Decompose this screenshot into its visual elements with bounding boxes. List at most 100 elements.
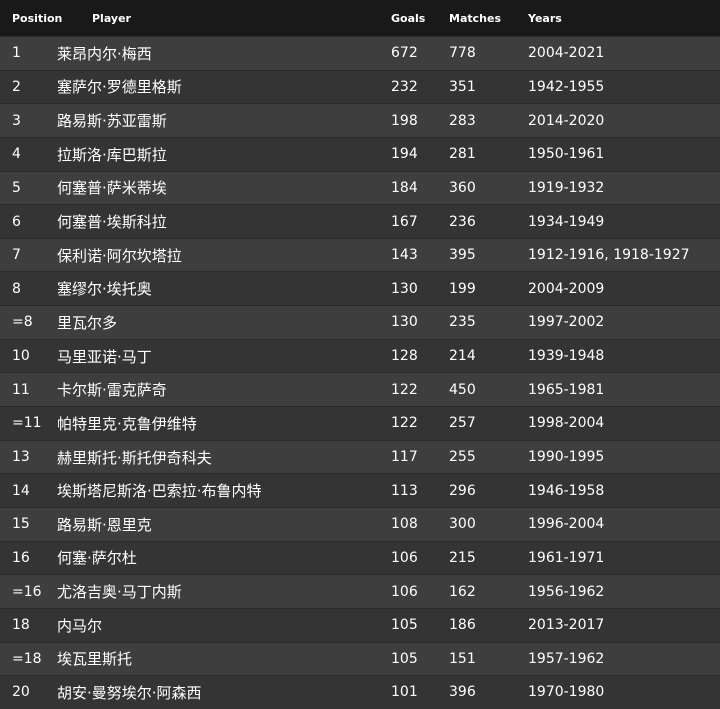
cell-goals: 232 [391,69,449,104]
cell-goals: 106 [391,574,449,609]
table-body: 1 莱昂内尔·梅西 672 778 2004-2021 2 塞萨尔·罗德里格斯 232 3 5 1 1… [0,36,720,709]
table-row: 1 莱昂内尔·梅西 672 778 2004-2021 [0,36,720,71]
cell-years: 1998-2004 [528,406,720,441]
cell-matches: 296 [449,473,528,508]
cell-matches: 186 [449,607,528,643]
cell-goals: 672 [391,36,449,71]
cell-years: 1934-1949 [528,204,720,239]
cell-goals: 105 [391,607,449,643]
column-header-player[interactable]: Player [57,0,391,37]
table-row: 13 赫里斯托·斯托伊奇科夫 117 255 1990-1995 [0,439,720,474]
cell-position: 5 [0,170,57,205]
cell-position: 11 [0,372,57,407]
cell-matches: 396 [449,675,528,709]
table-row: 16 何塞·萨尔杜 106 215 1961-1971 [0,540,720,575]
cell-goals: 108 [391,506,449,542]
cell-position: 8 [0,271,57,306]
cell-player: 何塞·萨尔杜 [57,540,391,575]
cell-position: =11 [0,406,57,441]
cell-position: 14 [0,473,57,508]
cell-player: 保利诺·阿尔坎塔拉 [57,237,391,272]
cell-goals: 105 [391,641,449,676]
cell-matches: 235 [449,305,528,340]
cell-years: 1919-1932 [528,170,720,205]
cell-matches: 450 [449,372,528,407]
cell-position: =8 [0,305,57,340]
cell-years: 1996-2004 [528,506,720,542]
cell-position: 15 [0,506,57,542]
cell-goals: 122 [391,406,449,441]
cell-years: 1942-1955 [528,69,720,104]
cell-player: 内马尔 [57,607,391,643]
cell-goals: 184 [391,170,449,205]
column-header-matches[interactable]: Matches [449,0,528,37]
column-header-years[interactable]: Years [528,0,720,37]
cell-matches: 236 [449,204,528,239]
cell-years: 2004-2009 [528,271,720,306]
cell-position: 20 [0,675,57,709]
cell-player: 埃瓦里斯托 [57,641,391,676]
table-row: =16 尤洛吉奥·马丁内斯 106 162 1956-1962 [0,574,720,609]
cell-matches: 162 [449,574,528,609]
cell-matches: 395 [449,237,528,272]
table-row: 18 内马尔 105 186 2013-2017 [0,607,720,643]
cell-years: 2004-2021 [528,36,720,71]
cell-player: 埃斯塔尼斯洛·巴索拉·布鲁内特 [57,473,391,508]
cell-matches: 215 [449,540,528,575]
cell-goals: 167 [391,204,449,239]
cell-position: 18 [0,607,57,643]
cell-years: 1950-1961 [528,136,720,172]
cell-position: 7 [0,237,57,272]
cell-years: 1939-1948 [528,338,720,373]
cell-goals: 128 [391,338,449,373]
cell-goals: 106 [391,540,449,575]
cell-years: 1965-1981 [528,372,720,407]
cell-player: 卡尔斯·雷克萨奇 [57,372,391,407]
cell-player: 塞萨尔·罗德里格斯 [57,69,391,104]
cell-goals: 122 [391,372,449,407]
table-row: 15 路易斯·恩里克 108 300 1996-2004 [0,506,720,542]
cell-years: 1912-1916, 1918-1927 [528,237,720,272]
table-header: Position Player Goals Matches Years [0,0,720,37]
cell-matches: 151 [449,641,528,676]
table-row: 4 拉斯洛·库巴斯拉 194 281 1950-1961 [0,136,720,172]
cell-goals: 130 [391,305,449,340]
cell-position: 10 [0,338,57,373]
cell-player: 胡安·曼努埃尔·阿森西 [57,675,391,709]
cell-goals: 198 [391,103,449,138]
table-row: 8 塞缪尔·埃托奥 130 199 2004-2009 [0,271,720,306]
column-header-position[interactable]: Position [0,0,62,37]
table-row: 3 路易斯·苏亚雷斯 198 283 2014-2020 [0,103,720,138]
cell-player: 何塞普·埃斯科拉 [57,204,391,239]
cell-years: 1997-2002 [528,305,720,340]
cell-player: 尤洛吉奥·马丁内斯 [57,574,391,609]
table-row: 11 卡尔斯·雷克萨奇 122 450 1965-1981 [0,372,720,407]
top-scorers-table: Position Player Goals Matches Years 1 莱昂内… [0,0,720,709]
cell-years: 1961-1971 [528,540,720,575]
cell-position: 3 [0,103,57,138]
cell-player: 拉斯洛·库巴斯拉 [57,136,391,172]
cell-goals: 130 [391,271,449,306]
cell-matches: 214 [449,338,528,373]
cell-position: 16 [0,540,57,575]
cell-matches: 255 [449,439,528,474]
cell-matches: 199 [449,271,528,306]
cell-player: 路易斯·恩里克 [57,506,391,542]
cell-position: 2 [0,69,57,104]
cell-goals: 194 [391,136,449,172]
column-header-goals[interactable]: Goals [391,0,449,37]
cell-position: =18 [0,641,57,676]
cell-years: 1956-1962 [528,574,720,609]
cell-years: 1946-1958 [528,473,720,508]
cell-goals: 101 [391,675,449,709]
cell-goals: 117 [391,439,449,474]
cell-years: 1970-1980 [528,675,720,709]
cell-position: 4 [0,136,57,172]
table-row: 10 马里亚诺·马丁 128 214 1939-1948 [0,338,720,373]
cell-goals: 143 [391,237,449,272]
cell-matches: 778 [449,36,528,71]
cell-position: 6 [0,204,57,239]
cell-player: 何塞普·萨米蒂埃 [57,170,391,205]
cell-player: 帕特里克·克鲁伊维特 [57,406,391,441]
cell-player: 莱昂内尔·梅西 [57,36,391,71]
